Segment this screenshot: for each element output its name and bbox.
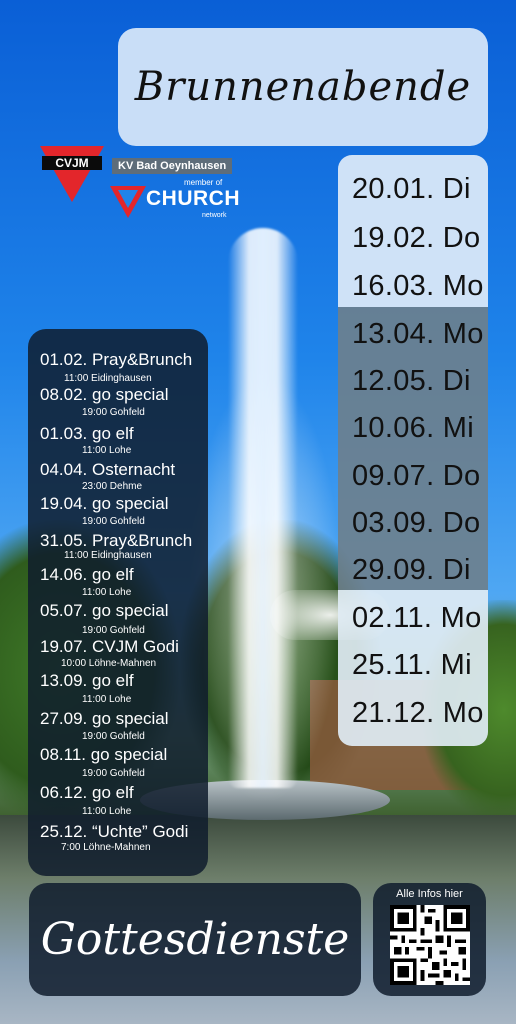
date-item: 02.11. Mo	[352, 602, 482, 634]
event-subtitle: 7:00 Löhne-Mahnen	[61, 842, 151, 853]
date-item: 12.05. Di	[352, 365, 471, 397]
fountain-jet	[228, 228, 298, 788]
cvjm-logo-text: CVJM	[55, 156, 88, 170]
footer-panel: Gottesdienste	[29, 883, 361, 996]
event-title: 19.07. CVJM Godi	[40, 637, 179, 656]
event-subtitle: 19:00 Gohfeld	[82, 625, 145, 636]
date-item: 25.11. Mi	[352, 649, 472, 681]
qr-code-icon[interactable]	[390, 905, 470, 985]
event-title: 08.02. go special	[40, 385, 169, 404]
footer-title: Gottesdienste	[40, 914, 350, 965]
date-item: 09.07. Do	[352, 460, 481, 492]
event-title: 01.03. go elf	[40, 424, 134, 443]
qr-label: Alle Infos hier	[396, 888, 463, 900]
event-subtitle: 19:00 Gohfeld	[82, 731, 145, 742]
date-item: 20.01. Di	[352, 173, 471, 205]
event-subtitle: 11:00 Eidinghausen	[64, 550, 152, 561]
title-panel: Brunnenabende	[118, 28, 488, 146]
event-subtitle: 11:00 Lohe	[82, 587, 132, 598]
event-title: 13.09. go elf	[40, 671, 134, 690]
event-title: 19.04. go special	[40, 494, 169, 513]
network-label: network	[202, 212, 227, 219]
event-subtitle: 11:00 Lohe	[82, 445, 132, 456]
event-subtitle: 19:00 Gohfeld	[82, 516, 145, 527]
date-item: 19.02. Do	[352, 222, 481, 254]
event-subtitle: 23:00 Dehme	[82, 481, 143, 492]
event-subtitle: 10:00 Löhne-Mahnen	[61, 658, 157, 669]
page-title: Brunnenabende	[134, 64, 472, 110]
event-subtitle: 11:00 Eidinghausen	[64, 373, 152, 384]
event-title: 25.12. “Uchte” Godi	[40, 822, 189, 841]
event-title: 08.11. go special	[40, 745, 168, 764]
event-subtitle: 19:00 Gohfeld	[82, 407, 145, 418]
event-title: 04.04. Osternacht	[40, 460, 176, 479]
date-item: 10.06. Mi	[352, 412, 474, 444]
event-subtitle: 11:00 Lohe	[82, 806, 132, 817]
branch-label: KV Bad Oeynhausen	[112, 158, 233, 174]
date-item: 21.12. Mo	[352, 697, 484, 729]
date-item: 13.04. Mo	[352, 318, 484, 350]
event-title: 01.02. Pray&Brunch	[40, 350, 193, 369]
event-title: 31.05. Pray&Brunch	[40, 531, 193, 550]
date-item: 29.09. Di	[352, 554, 471, 586]
church-label: CHURCH	[146, 187, 240, 210]
event-subtitle: 11:00 Lohe	[82, 694, 132, 705]
event-title: 05.07. go special	[40, 601, 169, 620]
date-item: 16.03. Mo	[352, 270, 484, 302]
event-title: 06.12. go elf	[40, 783, 134, 802]
event-subtitle: 19:00 Gohfeld	[82, 768, 145, 779]
date-item: 03.09. Do	[352, 507, 481, 539]
member-of-label: member of	[184, 178, 223, 187]
event-title: 14.06. go elf	[40, 565, 134, 584]
event-title: 27.09. go special	[40, 709, 169, 728]
